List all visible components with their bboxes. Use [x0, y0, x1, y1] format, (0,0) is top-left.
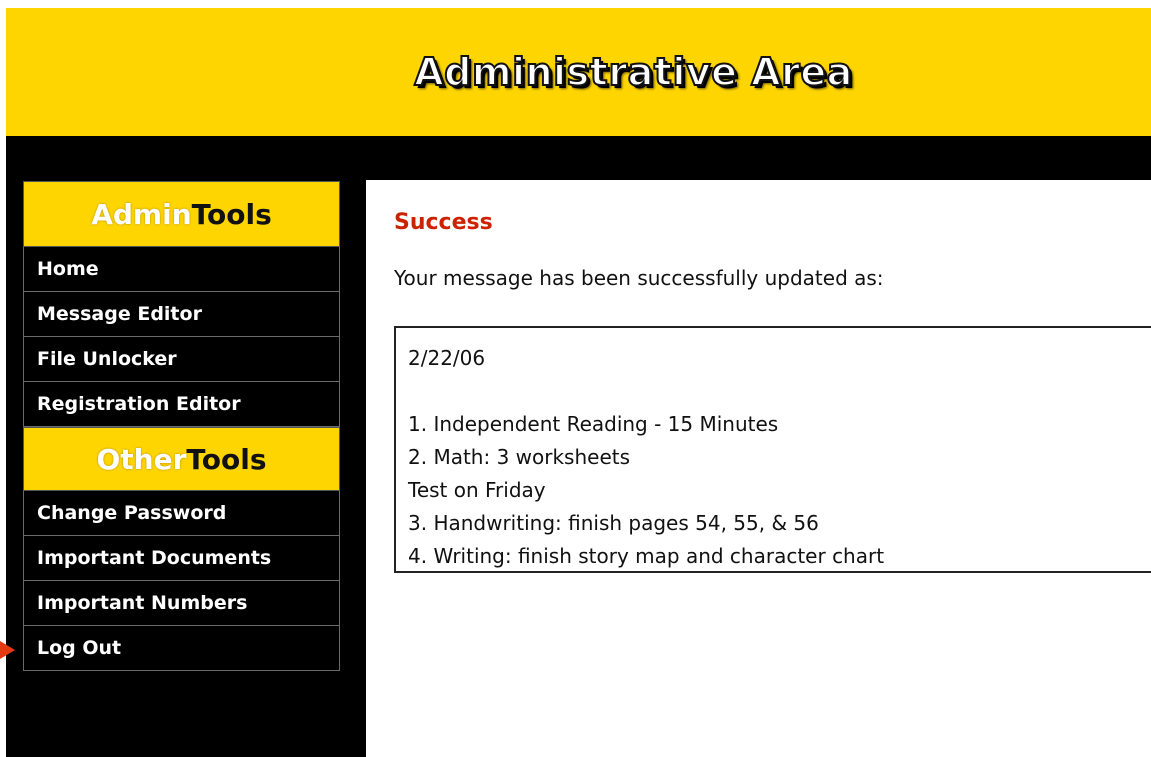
sidebar-item-log-out[interactable]: Log Out: [23, 626, 340, 671]
sidebar-item-home[interactable]: Home: [23, 247, 340, 292]
page-header: Administrative Area: [6, 8, 1151, 136]
message-line: 2/22/06: [408, 346, 486, 370]
other-tools-heading-part2: Tools: [186, 442, 267, 476]
sidebar-item-registration-editor[interactable]: Registration Editor: [23, 382, 340, 427]
status-title: Success: [394, 210, 493, 235]
sidebar-item-important-numbers[interactable]: Important Numbers: [23, 581, 340, 626]
sidebar-item-change-password[interactable]: Change Password: [23, 491, 340, 536]
sidebar-item-file-unlocker[interactable]: File Unlocker: [23, 337, 340, 382]
sidebar-item-important-documents[interactable]: Important Documents: [23, 536, 340, 581]
sidebar-nav: Admin Tools Home Message Editor File Unlo…: [23, 181, 340, 671]
other-tools-heading: Other Tools: [23, 427, 340, 491]
admin-tools-heading: Admin Tools: [23, 181, 340, 247]
admin-tools-heading-part1: Admin: [91, 197, 192, 231]
updated-message-box: 2/22/06 1. Independent Reading - 15 Minu…: [394, 326, 1151, 573]
message-line: 3. Handwriting: finish pages 54, 55, & 5…: [408, 511, 819, 535]
message-line: Test on Friday: [408, 478, 546, 502]
message-line: 1. Independent Reading - 15 Minutes: [408, 412, 779, 436]
message-line: 2. Math: 3 worksheets: [408, 445, 631, 469]
pointer-arrow-icon: [0, 641, 15, 659]
message-line: 4. Writing: finish story map and charact…: [408, 544, 885, 568]
admin-tools-heading-part2: Tools: [191, 197, 272, 231]
main-content: Success Your message has been successful…: [366, 180, 1151, 757]
status-message: Your message has been successfully updat…: [394, 266, 884, 290]
message-line: [408, 375, 1151, 408]
page-title: Administrative Area: [413, 49, 853, 95]
sidebar-item-message-editor[interactable]: Message Editor: [23, 292, 340, 337]
other-tools-heading-part1: Other: [96, 442, 187, 476]
